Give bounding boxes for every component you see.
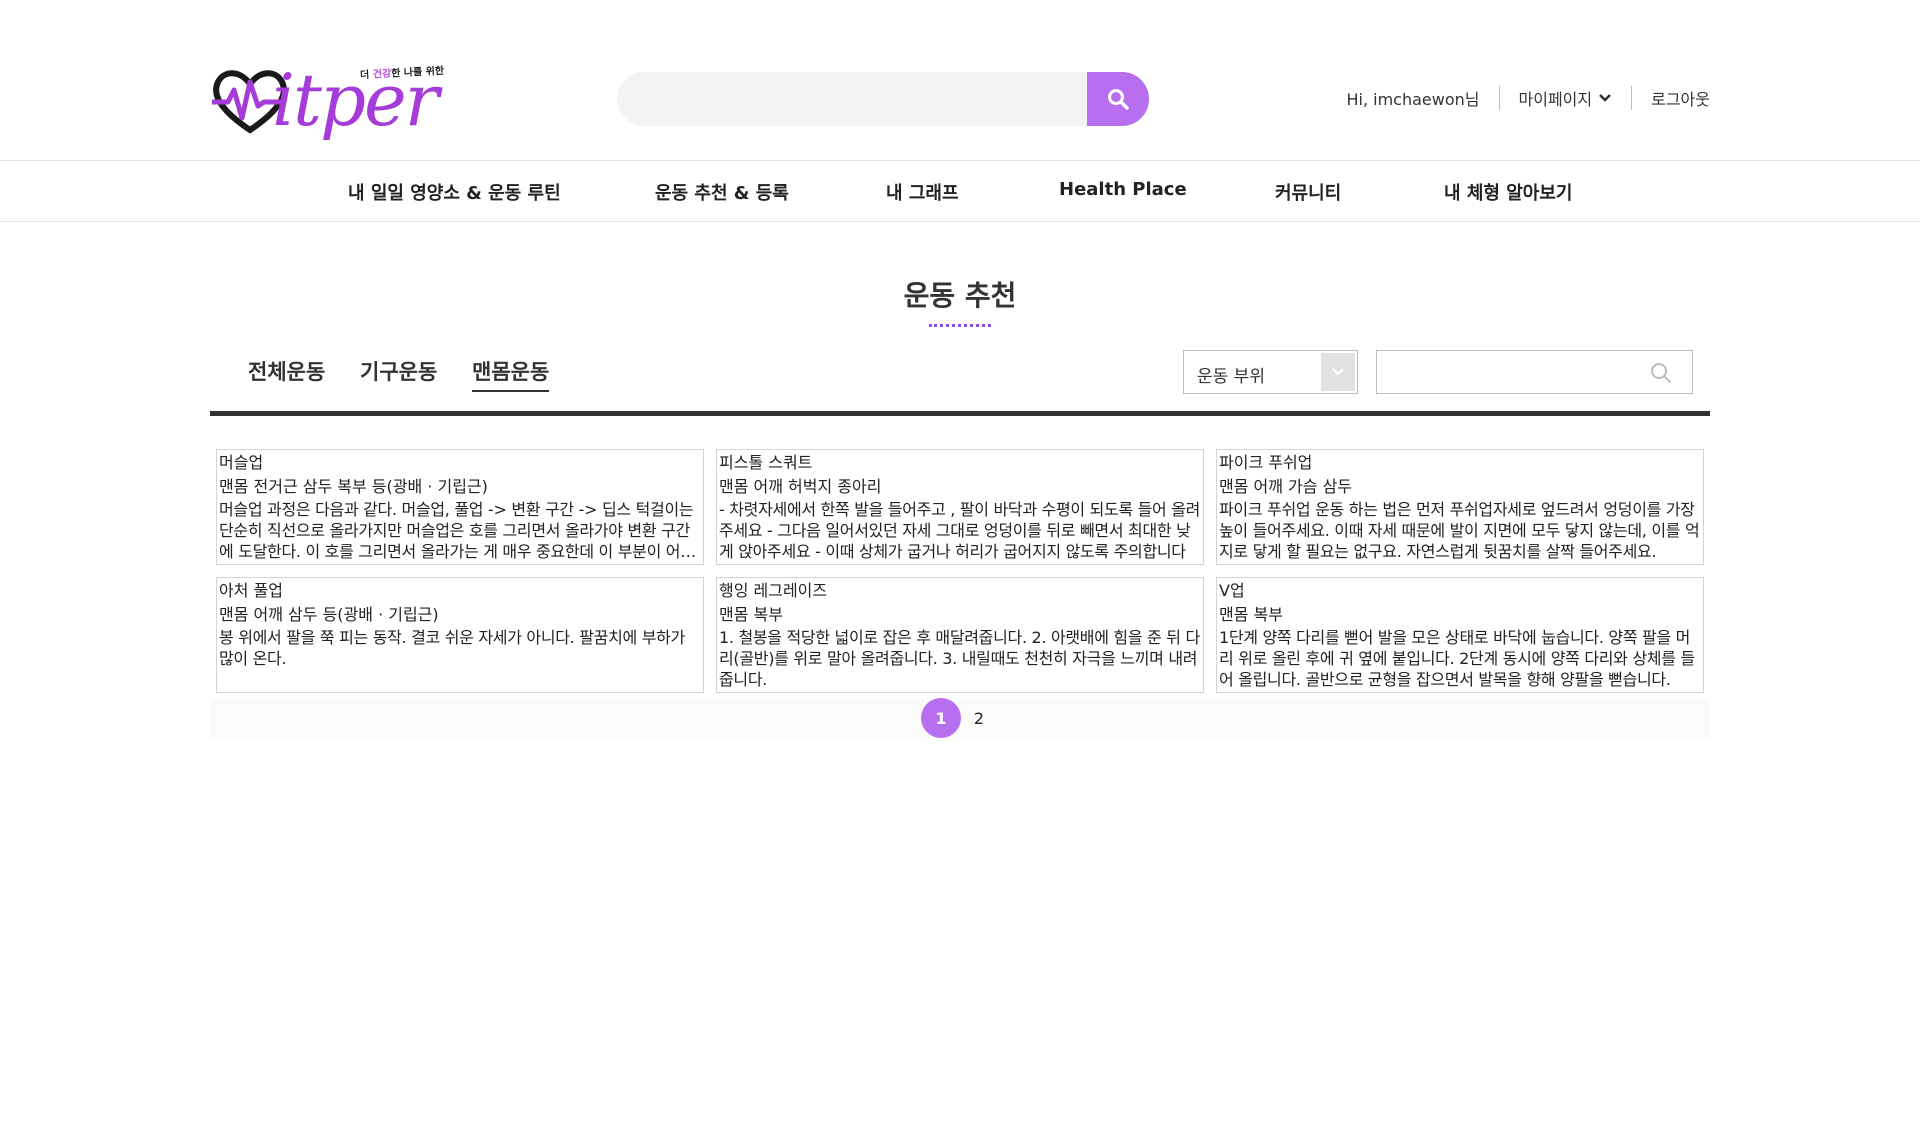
exercise-search — [1376, 350, 1693, 394]
tab-bodyweight-exercise[interactable]: 맨몸운동 — [472, 356, 550, 392]
exercise-name: 머슬업 — [219, 453, 264, 472]
nav-item-my-graph[interactable]: 내 그래프 — [886, 179, 959, 205]
chevron-down-icon — [1599, 94, 1611, 102]
body-part-select-label: 운동 부위 — [1197, 367, 1265, 387]
nav-item-community[interactable]: 커뮤니티 — [1275, 179, 1341, 205]
exercise-card[interactable]: V업 맨몸 복부 1단계 양쪽 다리를 뻗어 발을 모은 상태로 바닥에 눕습니… — [1216, 577, 1704, 693]
nav-item-daily-routine[interactable]: 내 일일 영양소 & 운동 루틴 — [348, 179, 561, 205]
exercise-description: 파이크 푸쉬업 운동 하는 법은 먼저 푸쉬업자세로 엎드려서 엉덩이를 가장 … — [1219, 500, 1700, 561]
exercise-target: 맨몸 어깨 가슴 삼두 — [1219, 477, 1353, 496]
section-divider — [210, 411, 1710, 416]
main-nav: 내 일일 영양소 & 운동 루틴 운동 추천 & 등록 내 그래프 Health… — [0, 160, 1920, 222]
header-search-button[interactable] — [1087, 72, 1149, 126]
logout-link[interactable]: 로그아웃 — [1651, 86, 1710, 110]
search-icon[interactable] — [1650, 362, 1672, 388]
title-underline — [929, 324, 991, 327]
page-2-button[interactable]: 2 — [959, 698, 999, 738]
chevron-down-icon — [1332, 368, 1344, 376]
exercise-card[interactable]: 머슬업 맨몸 전거근 삼두 복부 등(광배 · 기립근) 머슬업 과정은 다음과… — [216, 449, 704, 565]
exercise-target: 맨몸 복부 — [1219, 605, 1283, 624]
user-greeting: Hi, imchaewon님 — [1346, 90, 1480, 109]
user-menu: Hi, imchaewon님 마이페이지 로그아웃 — [1346, 86, 1710, 110]
nav-item-body-type[interactable]: 내 체형 알아보기 — [1444, 179, 1572, 205]
exercise-card[interactable]: 아처 풀업 맨몸 어깨 삼두 등(광배 · 기립근) 봉 위에서 팔을 쭉 피는… — [216, 577, 704, 693]
exercise-card[interactable]: 피스톨 스쿼트 맨몸 어깨 허벅지 종아리 - 차렷자세에서 한쪽 발을 들어주… — [716, 449, 1204, 565]
exercise-name: 아처 풀업 — [219, 581, 283, 600]
exercise-description: 머슬업 과정은 다음과 같다. 머슬업, 풀업 -> 변환 구간 -> 딥스 턱… — [219, 500, 695, 561]
menu-divider — [1631, 86, 1633, 110]
tab-equipment-exercise[interactable]: 기구운동 — [360, 356, 437, 386]
search-icon — [1108, 89, 1129, 110]
header-search — [617, 72, 1149, 126]
exercise-target: 맨몸 어깨 삼두 등(광배 · 기립근) — [219, 605, 439, 624]
exercise-description: - 차렷자세에서 한쪽 발을 들어주고 , 팔이 바닥과 수평이 되도록 들어 … — [719, 500, 1201, 561]
menu-divider — [1498, 86, 1500, 110]
exercise-target: 맨몸 복부 — [719, 605, 783, 624]
header-search-input[interactable] — [617, 72, 1097, 126]
exercise-target: 맨몸 전거근 삼두 복부 등(광배 · 기립근) — [219, 477, 488, 496]
exercise-target: 맨몸 어깨 허벅지 종아리 — [719, 477, 882, 496]
exercise-description: 봉 위에서 팔을 쭉 피는 동작. 결코 쉬운 자세가 아니다. 팔꿈치에 부하… — [219, 628, 685, 668]
mypage-label: 마이페이지 — [1518, 90, 1593, 109]
exercise-name: V업 — [1219, 581, 1245, 600]
exercise-card[interactable]: 행잉 레그레이즈 맨몸 복부 1. 철봉을 적당한 넓이로 잡은 후 매달려줍니… — [716, 577, 1204, 693]
exercise-description: 1. 철봉을 적당한 넓이로 잡은 후 매달려줍니다. 2. 아랫배에 힘을 준… — [719, 628, 1200, 689]
fitper-logo[interactable]: itper 더 건강한 나를 위한 — [210, 60, 446, 140]
page-title: 운동 추천 — [903, 279, 1017, 312]
pagination: 1 2 — [210, 698, 1710, 740]
exercise-card[interactable]: 파이크 푸쉬업 맨몸 어깨 가슴 삼두 파이크 푸쉬업 운동 하는 법은 먼저 … — [1216, 449, 1704, 565]
nav-item-health-place[interactable]: Health Place — [1059, 179, 1187, 200]
nav-item-exercise-recommend[interactable]: 운동 추천 & 등록 — [655, 179, 789, 205]
exercise-description: 1단계 양쪽 다리를 뻗어 발을 모은 상태로 바닥에 눕습니다. 양쪽 팔을 … — [1219, 628, 1695, 689]
select-arrow — [1321, 353, 1355, 391]
exercise-name: 행잉 레그레이즈 — [719, 581, 828, 600]
mypage-dropdown[interactable]: 마이페이지 — [1519, 86, 1613, 110]
exercise-name: 피스톨 스쿼트 — [719, 453, 813, 472]
exercise-search-input[interactable] — [1377, 351, 1637, 391]
page-1-button[interactable]: 1 — [921, 698, 961, 738]
exercise-name: 파이크 푸쉬업 — [1219, 453, 1313, 472]
tab-all-exercise[interactable]: 전체운동 — [248, 356, 325, 386]
body-part-select[interactable]: 운동 부위 — [1183, 350, 1358, 394]
